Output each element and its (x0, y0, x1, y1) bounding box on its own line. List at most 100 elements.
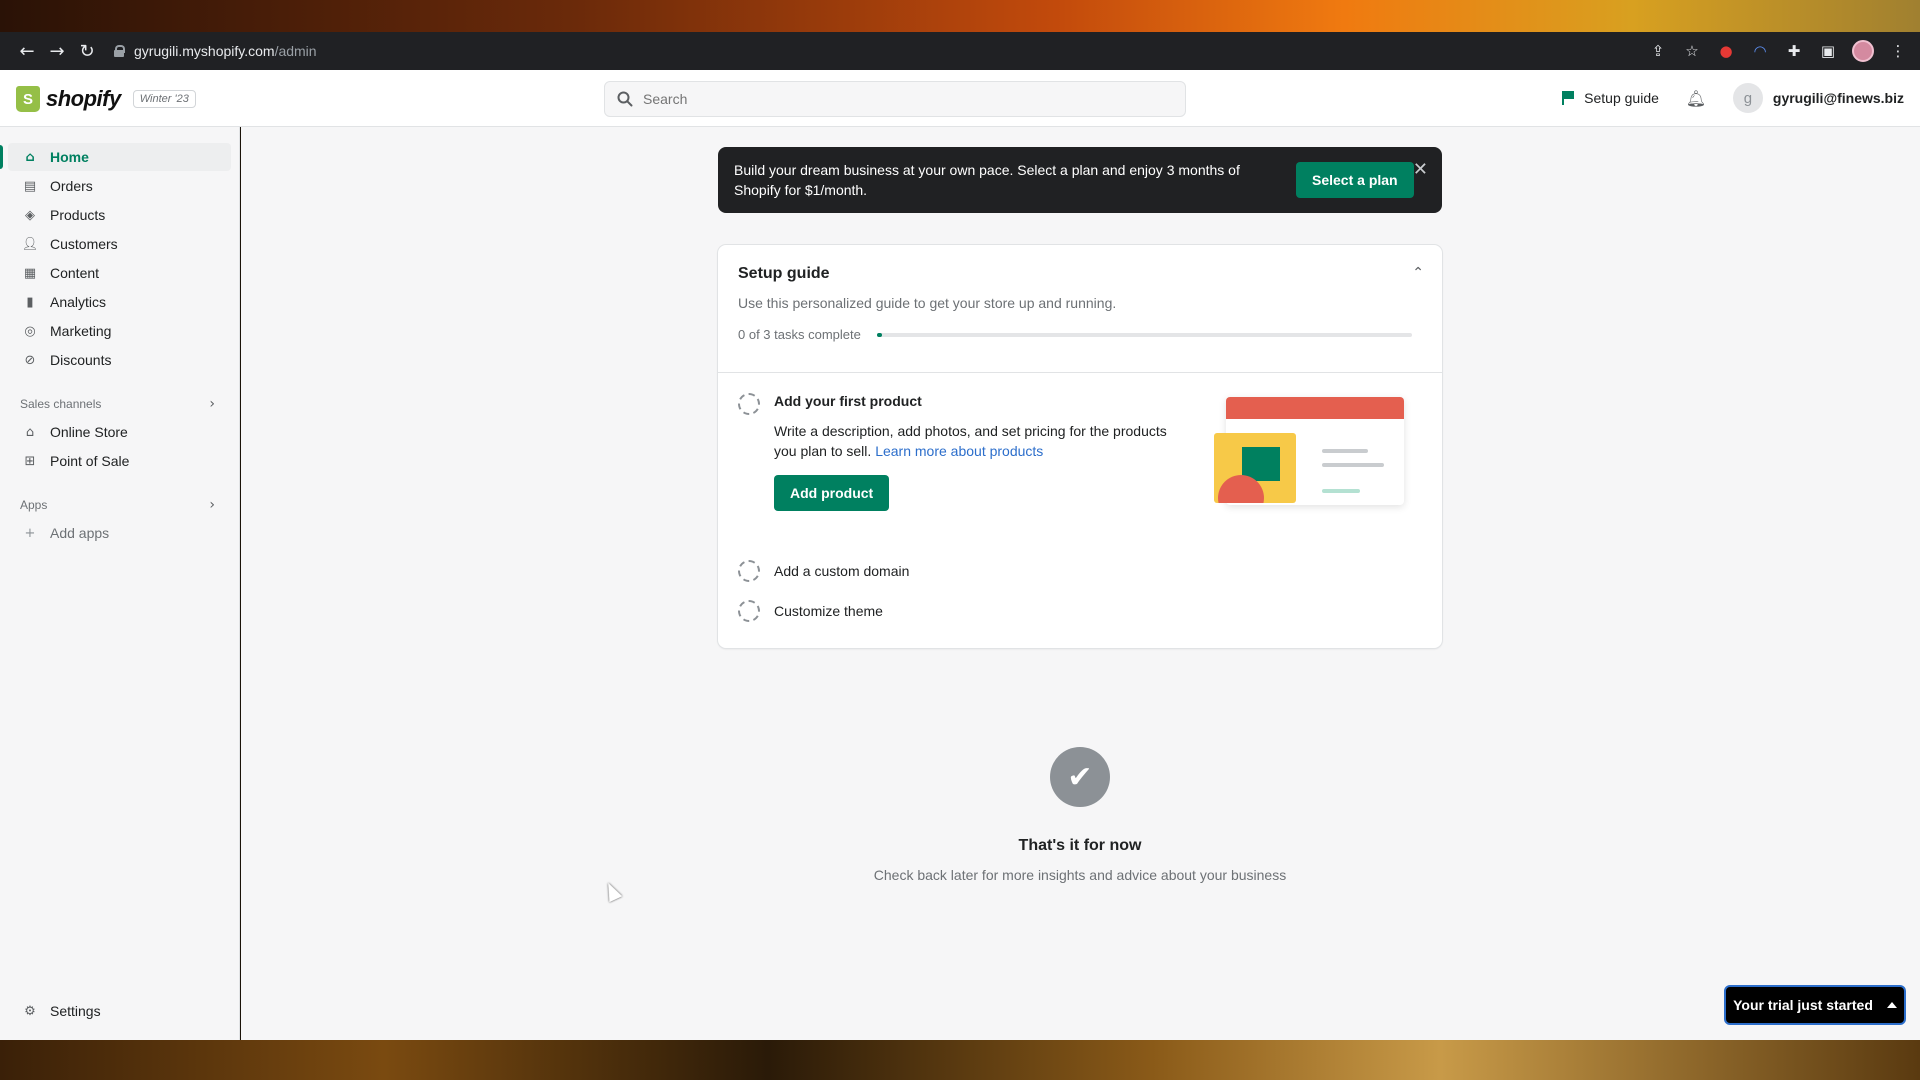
add-product-button[interactable]: Add product (774, 475, 890, 511)
task-customize-theme[interactable]: Customize theme (718, 591, 1442, 631)
bell-icon[interactable]: 🔔︎ (1686, 89, 1706, 108)
sidebar-item-discounts[interactable]: ⊘ Discounts (8, 346, 231, 374)
search-bar[interactable] (604, 81, 1186, 117)
empty-state: ✔ That's it for now Check back later for… (718, 747, 1442, 883)
empty-state-subtitle: Check back later for more insights and a… (873, 867, 1287, 883)
avatar: g (1732, 83, 1763, 113)
sidebar-item-label: Products (50, 207, 106, 223)
back-icon[interactable]: ← (12, 36, 42, 66)
desktop-wallpaper-top (0, 0, 1920, 32)
progress-row: 0 of 3 tasks complete (738, 327, 1422, 342)
sidebar-item-customers[interactable]: 👤︎ Customers (8, 230, 231, 258)
plus-icon: + (24, 525, 36, 541)
sidebar-item-label: Marketing (50, 323, 112, 339)
target-icon: ◎ (24, 323, 36, 339)
setup-guide-card: Setup guide Use this personalized guide … (718, 245, 1442, 648)
sidebar-item-add-apps[interactable]: + Add apps (8, 519, 231, 547)
brand-name: shopify (46, 86, 121, 111)
sidebar-item-label: Analytics (50, 294, 107, 310)
store-icon: ⌂ (25, 424, 35, 440)
progress-fill (876, 332, 883, 337)
orders-icon: ▤ (23, 178, 37, 194)
edition-badge: Winter '23 (132, 90, 196, 108)
search-icon (617, 91, 633, 107)
setup-guide-link[interactable]: Setup guide (1562, 90, 1659, 106)
sidebar-item-point-of-sale[interactable]: ⊞ Point of Sale (8, 447, 231, 475)
content-icon: ▦ (23, 265, 37, 281)
learn-more-link[interactable]: Learn more about products (875, 443, 1043, 459)
task-status-circle-icon[interactable] (738, 600, 760, 622)
illustration-line (1322, 449, 1368, 453)
trial-button[interactable]: Your trial just started (1724, 985, 1906, 1025)
close-icon[interactable]: ✕ (1413, 159, 1428, 180)
kebab-menu-icon[interactable]: ⋮ (1888, 41, 1908, 61)
sidebar-item-content[interactable]: ▦ Content (8, 259, 231, 287)
lock-icon (114, 45, 125, 57)
caret-up-icon (1886, 1002, 1897, 1008)
pos-icon: ⊞ (24, 453, 36, 469)
tag-icon: ◈ (25, 207, 35, 223)
sidepanel-icon[interactable]: ▣ (1818, 41, 1838, 61)
shopify-bag-icon (16, 86, 40, 112)
chevron-right-icon: › (209, 396, 215, 412)
extension-icon[interactable]: ● (1716, 41, 1736, 61)
star-icon[interactable]: ☆ (1682, 41, 1702, 61)
main-content: Build your dream business at your own pa… (241, 127, 1920, 1040)
url-host: gyrugili.myshopify.com (134, 43, 275, 59)
checkmark-icon: ✔ (1050, 747, 1110, 807)
sidebar-item-label: Orders (50, 178, 93, 194)
forward-icon[interactable]: → (42, 36, 72, 66)
search-input[interactable] (643, 91, 1143, 107)
account-email: gyrugili@finews.biz (1772, 90, 1904, 106)
progress-text: 0 of 3 tasks complete (738, 327, 861, 342)
illustration-window-bar (1226, 397, 1404, 419)
sidebar-item-analytics[interactable]: ▮ Analytics (8, 288, 231, 316)
sidebar-item-marketing[interactable]: ◎ Marketing (8, 317, 231, 345)
account-menu[interactable]: g gyrugili@finews.biz (1732, 83, 1904, 113)
sidebar: ⌂ Home ▤ Orders ◈ Products 👤︎ Customers … (0, 127, 240, 1040)
discount-icon: ⊘ (24, 352, 36, 368)
person-icon: 👤︎ (21, 236, 39, 252)
banner-text: Build your dream business at your own pa… (734, 162, 1240, 198)
shopify-logo[interactable]: shopify Winter '23 (16, 86, 196, 112)
sidebar-item-label: Add apps (50, 525, 110, 541)
reload-icon[interactable]: ↻ (72, 36, 102, 66)
apps-header[interactable]: Apps › (8, 491, 231, 519)
sidebar-item-label: Online Store (50, 424, 128, 440)
profile-avatar[interactable] (1852, 40, 1874, 62)
card-title: Setup guide (738, 265, 830, 282)
bar-chart-icon: ▮ (26, 294, 34, 310)
task-status-circle-icon[interactable] (738, 393, 760, 415)
empty-state-title: That's it for now (1018, 837, 1142, 854)
sidebar-item-settings[interactable]: ⚙ Settings (8, 997, 232, 1025)
sales-channels-header[interactable]: Sales channels › (8, 390, 231, 418)
sidebar-item-label: Point of Sale (50, 453, 130, 469)
sidebar-item-label: Settings (50, 1003, 101, 1019)
illustration-line (1322, 463, 1384, 467)
sidebar-item-home[interactable]: ⌂ Home (0, 143, 231, 171)
extension-icon[interactable]: ◠ (1750, 41, 1770, 61)
task-title: Customize theme (774, 603, 883, 619)
section-label: Apps (20, 498, 48, 512)
sidebar-item-label: Discounts (50, 352, 112, 368)
desktop-wallpaper-bottom (0, 1040, 1920, 1080)
trial-label: Your trial just started (1733, 997, 1873, 1013)
illustration-line (1322, 489, 1360, 493)
task-description: Write a description, add photos, and set… (774, 421, 1184, 461)
chevron-up-icon[interactable]: ⌃ (1412, 265, 1424, 281)
section-label: Sales channels (20, 397, 102, 411)
address-bar[interactable]: gyrugili.myshopify.com/admin (114, 43, 317, 59)
task-status-circle-icon[interactable] (738, 560, 760, 582)
sidebar-item-online-store[interactable]: ⌂ Online Store (8, 418, 231, 446)
sidebar-item-orders[interactable]: ▤ Orders (8, 172, 231, 200)
puzzle-icon[interactable]: ✚ (1784, 41, 1804, 61)
sidebar-item-products[interactable]: ◈ Products (8, 201, 231, 229)
share-icon[interactable]: ⇪ (1648, 41, 1668, 61)
sidebar-item-label: Customers (50, 236, 118, 252)
select-plan-button[interactable]: Select a plan (1296, 162, 1414, 198)
task-custom-domain[interactable]: Add a custom domain (718, 551, 1442, 591)
progress-bar (876, 332, 1412, 337)
url-path: /admin (274, 43, 317, 59)
illustration-photo (1214, 433, 1296, 503)
plan-banner: Build your dream business at your own pa… (718, 147, 1442, 213)
